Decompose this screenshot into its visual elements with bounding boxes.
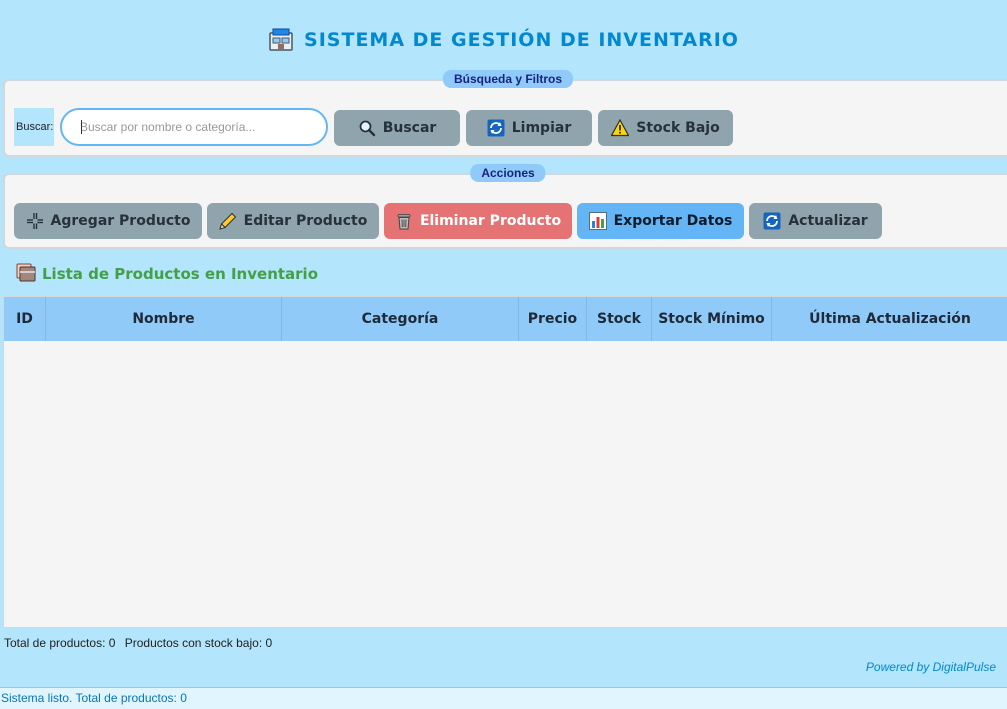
column-header-min-stock[interactable]: Stock Mínimo <box>652 297 772 341</box>
store-icon <box>268 28 294 52</box>
column-header-id[interactable]: ID <box>4 297 46 341</box>
refresh-button[interactable]: Actualizar <box>749 203 882 239</box>
clear-button[interactable]: Limpiar <box>466 110 592 146</box>
refresh-label: Actualizar <box>788 213 868 229</box>
total-products-text: Total de productos: 0 <box>4 636 116 650</box>
trash-icon <box>395 212 413 230</box>
pencil-icon <box>218 212 237 230</box>
product-table[interactable]: ID Nombre Categoría Precio Stock Stock M… <box>3 296 1007 628</box>
clear-button-label: Limpiar <box>511 120 572 136</box>
delete-product-button[interactable]: Eliminar Producto <box>384 203 572 239</box>
add-product-button[interactable]: Agregar Producto <box>14 203 202 239</box>
magnifier-icon <box>358 119 376 137</box>
refresh-icon <box>487 119 505 137</box>
search-label: Buscar: <box>14 108 54 146</box>
actions-panel: Acciones Agregar Producto Editar Product… <box>3 164 1007 249</box>
text-caret <box>81 120 82 134</box>
page-title: SISTEMA DE GESTIÓN DE INVENTARIO <box>304 29 739 51</box>
export-data-button[interactable]: Exportar Datos <box>577 203 744 239</box>
box-icon <box>16 262 36 287</box>
app-header: SISTEMA DE GESTIÓN DE INVENTARIO <box>0 24 1007 56</box>
column-header-stock[interactable]: Stock <box>587 297 652 341</box>
product-list-title: Lista de Productos en Inventario <box>42 265 319 283</box>
search-input[interactable] <box>60 108 328 146</box>
actions-legend: Acciones <box>470 164 546 182</box>
warning-icon <box>611 119 630 137</box>
powered-by: Powered by DigitalPulse <box>865 660 996 674</box>
search-button[interactable]: Buscar <box>334 110 460 146</box>
edit-product-label: Editar Producto <box>243 213 368 229</box>
search-filters-panel: Búsqueda y Filtros Buscar: Buscar Limpia… <box>3 70 1007 157</box>
column-header-name[interactable]: Nombre <box>46 297 282 341</box>
inventory-summary: Total de productos: 0 Productos con stoc… <box>4 636 272 650</box>
search-filters-legend: Búsqueda y Filtros <box>442 70 574 88</box>
edit-product-button[interactable]: Editar Producto <box>207 203 379 239</box>
add-product-label: Agregar Producto <box>50 213 191 229</box>
search-button-label: Buscar <box>382 120 437 136</box>
low-stock-button-label: Stock Bajo <box>636 120 720 136</box>
refresh-icon <box>763 212 781 230</box>
export-data-label: Exportar Datos <box>613 213 733 229</box>
bar-chart-icon <box>588 212 607 230</box>
plus-cross-icon <box>26 212 44 230</box>
table-header: ID Nombre Categoría Precio Stock Stock M… <box>4 297 1007 341</box>
delete-product-label: Eliminar Producto <box>419 213 562 229</box>
column-header-price[interactable]: Precio <box>519 297 587 341</box>
column-header-category[interactable]: Categoría <box>282 297 519 341</box>
low-stock-count-text: Productos con stock bajo: 0 <box>124 636 273 650</box>
low-stock-button[interactable]: Stock Bajo <box>598 110 733 146</box>
product-list-heading: Lista de Productos en Inventario <box>16 263 318 285</box>
status-bar: Sistema listo. Total de productos: 0 <box>0 687 1007 709</box>
column-header-last-update[interactable]: Última Actualización <box>772 297 1007 341</box>
